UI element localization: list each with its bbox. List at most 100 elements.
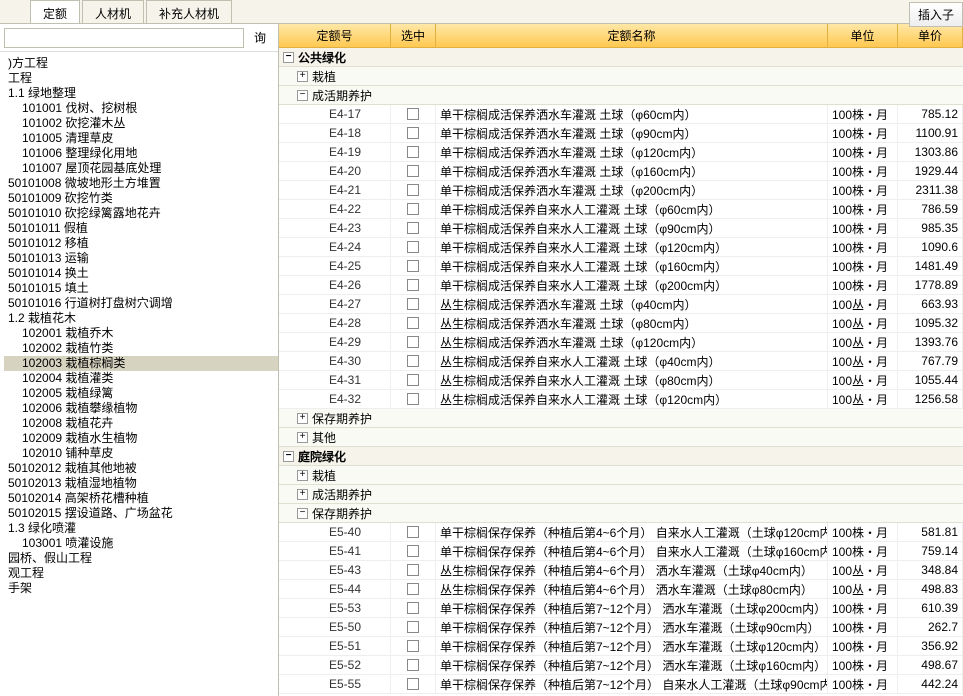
tree-item[interactable]: 102004 栽植灌类 — [4, 371, 278, 386]
table-row[interactable]: E4-28丛生棕榈成活保养洒水车灌溉 土球（φ80cm内）100丛・月1095.… — [279, 314, 963, 333]
expand-icon[interactable]: + — [297, 470, 308, 481]
tree-item[interactable]: 101006 整理绿化用地 — [4, 146, 278, 161]
tree-item[interactable]: 50102015 摆设道路、广场盆花 — [4, 506, 278, 521]
tree-item[interactable]: 101005 清理草皮 — [4, 131, 278, 146]
tree-item[interactable]: 50102012 栽植其他地被 — [4, 461, 278, 476]
tree-item[interactable]: 50102013 栽植湿地植物 — [4, 476, 278, 491]
checkbox[interactable] — [407, 184, 419, 196]
table-row[interactable]: E4-29丛生棕榈成活保养洒水车灌溉 土球（φ120cm内）100丛・月1393… — [279, 333, 963, 352]
group-row[interactable]: −保存期养护 — [279, 504, 963, 523]
tree-item[interactable]: 103001 喷灌设施 — [4, 536, 278, 551]
checkbox[interactable] — [407, 564, 419, 576]
tree-item[interactable]: 102010 铺种草皮 — [4, 446, 278, 461]
checkbox[interactable] — [407, 146, 419, 158]
tree-item[interactable]: 1.2 栽植花木 — [4, 311, 278, 326]
checkbox[interactable] — [407, 260, 419, 272]
expand-icon[interactable]: + — [297, 71, 308, 82]
tab-supplement[interactable]: 补充人材机 — [146, 0, 232, 23]
table-row[interactable]: E5-43丛生棕榈保存保养（种植后第4~6个月） 洒水车灌溉（土球φ40cm内）… — [279, 561, 963, 580]
checkbox[interactable] — [407, 241, 419, 253]
tree-item[interactable]: 50101009 砍挖竹类 — [4, 191, 278, 206]
table-row[interactable]: E5-44丛生棕榈保存保养（种植后第4~6个月） 洒水车灌溉（土球φ80cm内）… — [279, 580, 963, 599]
group-row[interactable]: +其他 — [279, 428, 963, 447]
checkbox[interactable] — [407, 165, 419, 177]
tree-item[interactable]: 50101010 砍挖绿篱露地花卉 — [4, 206, 278, 221]
insert-button[interactable]: 插入子 — [909, 2, 963, 27]
checkbox[interactable] — [407, 659, 419, 671]
checkbox[interactable] — [407, 621, 419, 633]
table-row[interactable]: E4-19单干棕榈成活保养洒水车灌溉 土球（φ120cm内）100株・月1303… — [279, 143, 963, 162]
table-row[interactable]: E4-32丛生棕榈成活保养自来水人工灌溉 土球（φ120cm内）100丛・月12… — [279, 390, 963, 409]
tree-item[interactable]: 50101008 微坡地形土方堆置 — [4, 176, 278, 191]
table-row[interactable]: E4-26单干棕榈成活保养自来水人工灌溉 土球（φ200cm内）100株・月17… — [279, 276, 963, 295]
table-row[interactable]: E4-24单干棕榈成活保养自来水人工灌溉 土球（φ120cm内）100株・月10… — [279, 238, 963, 257]
collapse-icon[interactable]: − — [297, 90, 308, 101]
tree-item[interactable]: 园桥、假山工程 — [4, 551, 278, 566]
table-row[interactable]: E5-51单干棕榈保存保养（种植后第7~12个月） 洒水车灌溉（土球φ120cm… — [279, 637, 963, 656]
tree-item[interactable]: 102006 栽植攀缘植物 — [4, 401, 278, 416]
tree-item[interactable]: 50101016 行道树打盘树穴调增 — [4, 296, 278, 311]
checkbox[interactable] — [407, 127, 419, 139]
table-row[interactable]: E5-41单干棕榈保存保养（种植后第4~6个月） 自来水人工灌溉（土球φ160c… — [279, 542, 963, 561]
checkbox[interactable] — [407, 374, 419, 386]
tree-item[interactable]: 观工程 — [4, 566, 278, 581]
expand-icon[interactable]: + — [297, 489, 308, 500]
checkbox[interactable] — [407, 336, 419, 348]
tree-item[interactable]: 50101011 假植 — [4, 221, 278, 236]
search-input[interactable] — [4, 28, 244, 48]
checkbox[interactable] — [407, 640, 419, 652]
tree-item[interactable]: 101002 砍挖灌木丛 — [4, 116, 278, 131]
group-row[interactable]: −成活期养护 — [279, 86, 963, 105]
tree-item[interactable]: 工程 — [4, 71, 278, 86]
col-unit[interactable]: 单位 — [828, 24, 898, 47]
table-row[interactable]: E4-27丛生棕榈成活保养洒水车灌溉 土球（φ40cm内）100丛・月663.9… — [279, 295, 963, 314]
group-row[interactable]: +成活期养护 — [279, 485, 963, 504]
tab-labor[interactable]: 人材机 — [82, 0, 144, 23]
checkbox[interactable] — [407, 526, 419, 538]
table-row[interactable]: E4-21单干棕榈成活保养洒水车灌溉 土球（φ200cm内）100株・月2311… — [279, 181, 963, 200]
table-row[interactable]: E5-50单干棕榈保存保养（种植后第7~12个月） 洒水车灌溉（土球φ90cm内… — [279, 618, 963, 637]
tree-item[interactable]: 50101012 移植 — [4, 236, 278, 251]
tree-item[interactable]: 101001 伐树、挖树根 — [4, 101, 278, 116]
checkbox[interactable] — [407, 203, 419, 215]
collapse-icon[interactable]: − — [297, 508, 308, 519]
tree-item[interactable]: 1.3 绿化喷灌 — [4, 521, 278, 536]
search-button[interactable]: 询 — [246, 27, 274, 48]
table-row[interactable]: E5-55单干棕榈保存保养（种植后第7~12个月） 自来水人工灌溉（土球φ90c… — [279, 675, 963, 694]
tree-item[interactable]: 50101013 运输 — [4, 251, 278, 266]
table-row[interactable]: E5-40单干棕榈保存保养（种植后第4~6个月） 自来水人工灌溉（土球φ120c… — [279, 523, 963, 542]
checkbox[interactable] — [407, 545, 419, 557]
expand-icon[interactable]: + — [297, 432, 308, 443]
checkbox[interactable] — [407, 298, 419, 310]
collapse-icon[interactable]: − — [283, 451, 294, 462]
group-row[interactable]: +栽植 — [279, 67, 963, 86]
tree-item[interactable]: 102002 栽植竹类 — [4, 341, 278, 356]
tab-quota[interactable]: 定额 — [30, 0, 80, 23]
table-row[interactable]: E4-18单干棕榈成活保养洒水车灌溉 土球（φ90cm内）100株・月1100.… — [279, 124, 963, 143]
tree-item[interactable]: 102003 栽植棕榈类 — [4, 356, 278, 371]
table-row[interactable]: E5-52单干棕榈保存保养（种植后第7~12个月） 洒水车灌溉（土球φ160cm… — [279, 656, 963, 675]
group-row[interactable]: +栽植 — [279, 466, 963, 485]
checkbox[interactable] — [407, 222, 419, 234]
tree-item[interactable]: 50102014 高架桥花槽种植 — [4, 491, 278, 506]
checkbox[interactable] — [407, 279, 419, 291]
group-row[interactable]: −公共绿化 — [279, 48, 963, 67]
table-row[interactable]: E4-30丛生棕榈成活保养自来水人工灌溉 土球（φ40cm内）100丛・月767… — [279, 352, 963, 371]
group-row[interactable]: +保存期养护 — [279, 409, 963, 428]
table-row[interactable]: E4-31丛生棕榈成活保养自来水人工灌溉 土球（φ80cm内）100丛・月105… — [279, 371, 963, 390]
col-num[interactable]: 定额号 — [279, 24, 391, 47]
tree-item[interactable]: 102009 栽植水生植物 — [4, 431, 278, 446]
table-row[interactable]: E4-17单干棕榈成活保养洒水车灌溉 土球（φ60cm内）100株・月785.1… — [279, 105, 963, 124]
checkbox[interactable] — [407, 678, 419, 690]
tree-item[interactable]: 101007 屋顶花园基底处理 — [4, 161, 278, 176]
table-row[interactable]: E4-23单干棕榈成活保养自来水人工灌溉 土球（φ90cm内）100株・月985… — [279, 219, 963, 238]
tree-item[interactable]: 50101015 填土 — [4, 281, 278, 296]
table-row[interactable]: E5-53单干棕榈保存保养（种植后第7~12个月） 洒水车灌溉（土球φ200cm… — [279, 599, 963, 618]
col-sel[interactable]: 选中 — [391, 24, 436, 47]
expand-icon[interactable]: + — [297, 413, 308, 424]
tree-item[interactable]: )方工程 — [4, 56, 278, 71]
tree-item[interactable]: 手架 — [4, 581, 278, 596]
tree-item[interactable]: 102008 栽植花卉 — [4, 416, 278, 431]
table-row[interactable]: E4-20单干棕榈成活保养洒水车灌溉 土球（φ160cm内）100株・月1929… — [279, 162, 963, 181]
checkbox[interactable] — [407, 393, 419, 405]
